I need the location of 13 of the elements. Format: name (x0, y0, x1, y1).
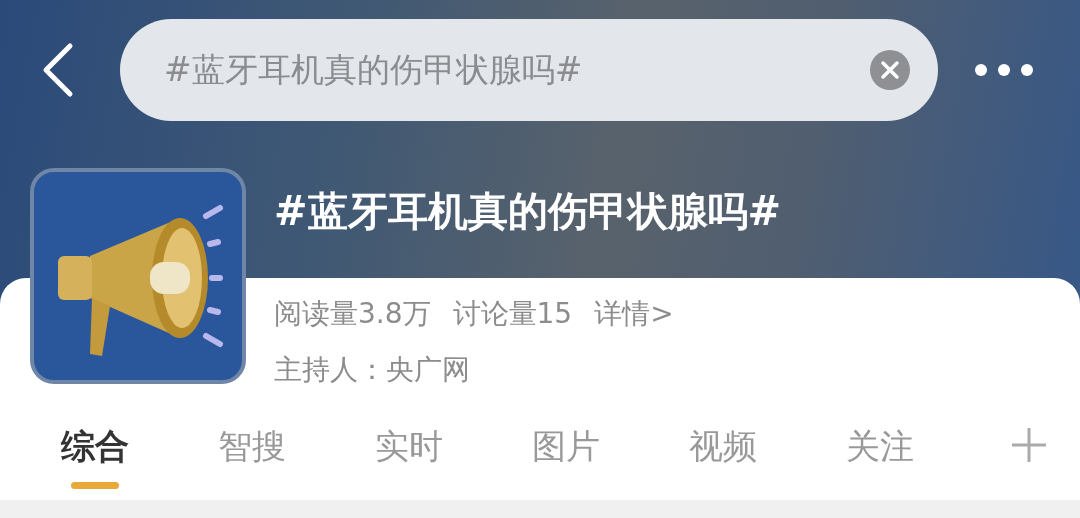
tab[interactable]: 视频 (678, 404, 835, 471)
tab[interactable]: 关注 (835, 404, 992, 471)
search-text: #蓝牙耳机真的伤甲状腺吗# (164, 48, 584, 91)
discussion-count: 讨论量15 (452, 296, 573, 332)
details-link[interactable]: 详情> (594, 296, 674, 333)
tab[interactable]: 图片 (521, 404, 678, 471)
read-count: 阅读量3.8万 (274, 296, 431, 332)
tab[interactable]: 综合 (50, 404, 207, 490)
host-label: 主持人：央广网 (274, 352, 470, 389)
tab[interactable]: 实时 (364, 404, 521, 471)
topic-title: #蓝牙耳机真的伤甲状腺吗# (274, 187, 783, 236)
search-field[interactable]: #蓝牙耳机真的伤甲状腺吗# (120, 19, 938, 121)
tab[interactable]: 智搜 (207, 404, 364, 471)
